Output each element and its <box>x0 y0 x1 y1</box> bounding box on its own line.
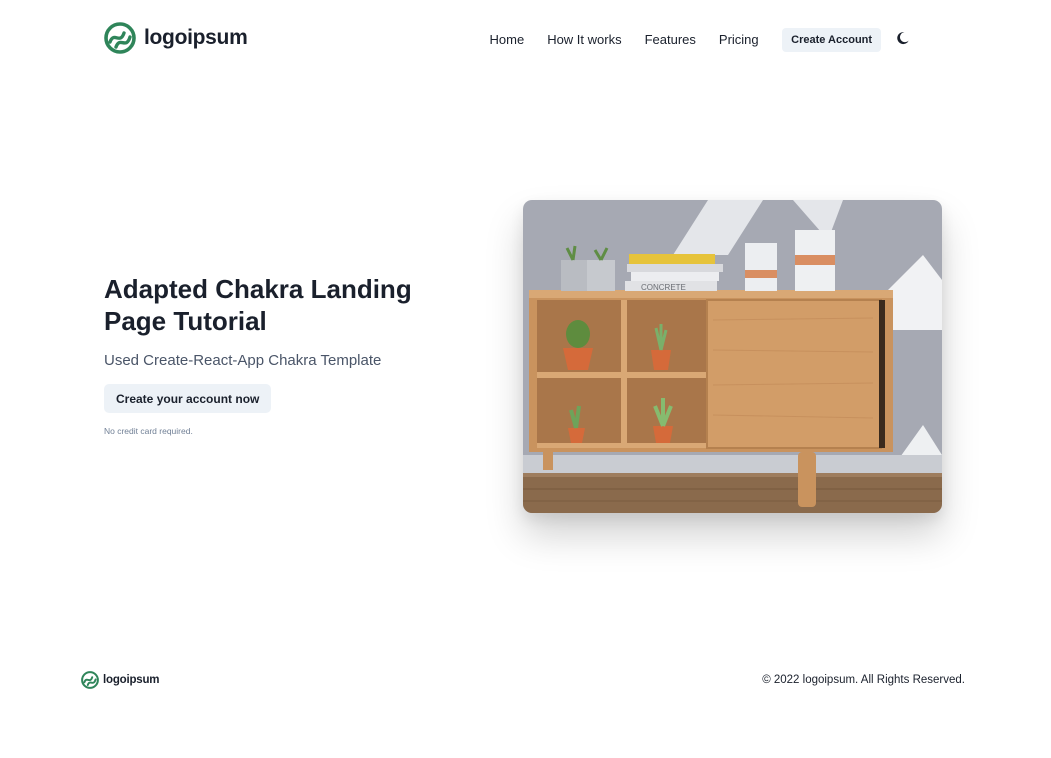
sideboard-illustration: CONCRETE <box>523 200 942 513</box>
create-your-account-button[interactable]: Create your account now <box>104 384 272 413</box>
site-header: logoipsum Home How It works Features Pri… <box>0 0 1051 76</box>
no-credit-card-note: No credit card required. <box>104 426 193 436</box>
moon-icon <box>897 32 909 45</box>
footer-brand-name: logoipsum <box>103 674 160 686</box>
book-spine-text: CONCRETE <box>641 283 686 292</box>
create-account-button[interactable]: Create Account <box>782 27 882 52</box>
footer-brand-logo[interactable]: logoipsum <box>81 671 160 689</box>
hero-title: Adapted Chakra Landing Page Tutorial <box>104 274 412 336</box>
nav-features[interactable]: Features <box>633 26 707 53</box>
hero-subtitle: Used Create-React-App Chakra Template <box>104 352 382 369</box>
nav-home[interactable]: Home <box>478 26 536 53</box>
theme-toggle-button[interactable] <box>891 26 915 50</box>
nav-how-it-works[interactable]: How It works <box>536 26 633 53</box>
footer-logo-mark-icon <box>81 671 99 689</box>
brand-logo[interactable]: logoipsum <box>104 22 248 54</box>
nav-pricing[interactable]: Pricing <box>707 26 770 53</box>
logo-mark-icon <box>104 22 136 54</box>
hero-image: CONCRETE <box>523 200 942 513</box>
main-nav: Home How It works Features Pricing Creat… <box>478 26 882 53</box>
brand-name: logoipsum <box>144 26 248 49</box>
copyright-text: © 2022 logoipsum. All Rights Reserved. <box>762 674 965 686</box>
